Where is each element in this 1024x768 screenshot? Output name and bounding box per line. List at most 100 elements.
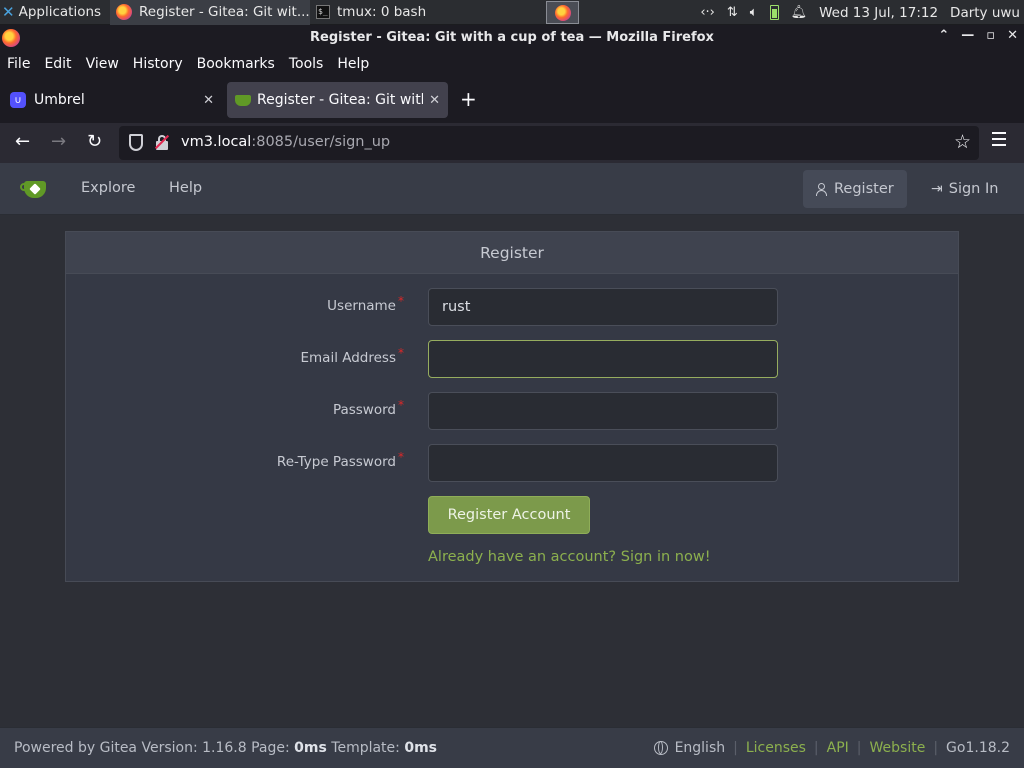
url-text[interactable]: vm3.local:8085/user/sign_up	[181, 134, 390, 150]
menu-tools[interactable]: Tools	[289, 56, 324, 72]
window-title: Register - Gitea: Git with a cup of tea …	[310, 30, 714, 45]
website-link[interactable]: Website	[870, 740, 926, 756]
email-label-text: Email Address	[300, 350, 396, 366]
tab-register[interactable]: Register - Gitea: Git with ✕	[227, 82, 448, 118]
globe-icon[interactable]	[653, 741, 668, 755]
retype-password-input[interactable]	[428, 444, 778, 482]
url-host: vm3.local	[181, 134, 252, 150]
divider: |	[856, 740, 862, 756]
tab-title: Umbrel	[34, 92, 85, 108]
api-link[interactable]: API	[827, 740, 849, 756]
powered-by-text: Powered by Gitea Version: 1.16.8 Page:	[14, 740, 290, 756]
menu-edit[interactable]: Edit	[44, 56, 71, 72]
volume-icon[interactable]: 🔈︎	[750, 5, 758, 20]
language-selector[interactable]: English	[675, 740, 726, 756]
footer-version-info: Powered by Gitea Version: 1.16.8 Page: 0…	[14, 740, 437, 756]
required-asterisk: *	[398, 346, 404, 360]
taskbar-item-tmux[interactable]: $_ tmux: 0 bash	[310, 0, 506, 25]
chevron-up-icon[interactable]: ⌃	[938, 28, 949, 43]
workspace-firefox-button[interactable]	[546, 1, 579, 24]
divider: |	[933, 740, 939, 756]
retype-password-label: Re-Type Password *	[276, 450, 404, 470]
gitea-logo-icon[interactable]	[20, 179, 50, 199]
hamburger-menu-icon[interactable]	[992, 132, 1006, 150]
required-asterisk: *	[398, 450, 404, 464]
url-path: :8085/user/sign_up	[251, 134, 391, 150]
username-input[interactable]: rust	[428, 288, 778, 326]
divider: |	[733, 740, 738, 756]
gitea-icon	[235, 94, 251, 106]
transfer-icon[interactable]: ⇅	[727, 5, 738, 20]
user-name[interactable]: Darty uwu	[950, 5, 1020, 21]
url-bar[interactable]: vm3.local:8085/user/sign_up ☆	[119, 126, 979, 160]
register-nav-label: Register	[834, 181, 894, 197]
password-label-text: Password	[332, 402, 396, 418]
go-version: Go1.18.2	[946, 740, 1010, 756]
required-asterisk: *	[398, 294, 404, 308]
form-title: Register	[480, 243, 544, 262]
tab-title: Register - Gitea: Git with	[257, 92, 424, 108]
register-nav-button[interactable]: Register	[803, 170, 907, 208]
menu-file[interactable]: File	[7, 56, 30, 72]
network-icon[interactable]: ‹·›	[700, 5, 715, 20]
menu-view[interactable]: View	[86, 56, 119, 72]
window-titlebar: Register - Gitea: Git with a cup of tea …	[0, 25, 1024, 50]
password-input[interactable]	[428, 392, 778, 430]
email-input[interactable]	[428, 340, 778, 378]
bookmark-star-icon[interactable]: ☆	[954, 131, 971, 153]
back-arrow-icon[interactable]: ←	[15, 132, 30, 152]
footer: Powered by Gitea Version: 1.16.8 Page: 0…	[0, 727, 1024, 768]
tab-strip: ∪ Umbrel ✕ Register - Gitea: Git with ✕ …	[0, 77, 1024, 123]
navigation-bar: ← → ↻ vm3.local:8085/user/sign_up ☆	[0, 123, 1024, 163]
menu-bar: File Edit View History Bookmarks Tools H…	[0, 50, 1024, 77]
signin-nav-button[interactable]: ⇥ Sign In	[918, 170, 1011, 208]
email-label: Email Address *	[300, 346, 404, 366]
minimize-icon[interactable]: —	[961, 28, 974, 43]
terminal-icon: $_	[316, 5, 330, 19]
taskbar-item-label: tmux: 0 bash	[337, 4, 427, 20]
nav-explore[interactable]: Explore	[81, 180, 135, 196]
insecure-lock-icon[interactable]	[154, 134, 170, 150]
applications-menu[interactable]: ✕ Applications	[0, 0, 110, 25]
tab-umbrel[interactable]: ∪ Umbrel ✕	[2, 82, 222, 118]
page-time: 0ms	[294, 740, 327, 756]
maximize-icon[interactable]: ▫	[986, 28, 995, 43]
close-icon[interactable]: ✕	[1007, 28, 1018, 43]
menu-bookmarks[interactable]: Bookmarks	[197, 56, 275, 72]
template-label: Template:	[331, 740, 400, 756]
signin-now-link[interactable]: Already have an account? Sign in now!	[428, 549, 711, 565]
taskbar-item-label: Register - Gitea: Git wit...	[139, 4, 310, 20]
licenses-link[interactable]: Licenses	[746, 740, 806, 756]
battery-icon[interactable]	[769, 5, 779, 20]
notification-bell-icon[interactable]: 🔔︎	[791, 5, 808, 20]
menu-help[interactable]: Help	[337, 56, 369, 72]
menu-history[interactable]: History	[133, 56, 183, 72]
desktop-panel: ✕ Applications Register - Gitea: Git wit…	[0, 0, 1024, 25]
reload-icon[interactable]: ↻	[87, 132, 102, 152]
password-label: Password *	[332, 398, 404, 418]
umbrel-icon: ∪	[10, 92, 26, 108]
sign-in-icon: ⇥	[931, 181, 943, 197]
taskbar-item-firefox[interactable]: Register - Gitea: Git wit...	[110, 0, 310, 25]
clock[interactable]: Wed 13 Jul, 17:12	[819, 5, 938, 21]
close-tab-icon[interactable]: ✕	[203, 93, 214, 108]
firefox-icon	[116, 4, 132, 20]
register-account-button[interactable]: Register Account	[428, 496, 590, 534]
firefox-icon	[554, 4, 571, 21]
form-header: Register	[66, 232, 958, 274]
template-time: 0ms	[404, 740, 438, 756]
register-form: Register Username * rust Email Address * P…	[65, 231, 959, 582]
nav-help[interactable]: Help	[169, 180, 202, 196]
signin-nav-label: Sign In	[948, 181, 999, 197]
username-label-text: Username	[327, 298, 396, 314]
new-tab-icon[interactable]: +	[460, 89, 477, 109]
required-asterisk: *	[398, 398, 404, 412]
retype-label-text: Re-Type Password	[276, 454, 396, 470]
user-icon	[816, 182, 827, 196]
shield-icon[interactable]	[129, 134, 143, 151]
forward-arrow-icon[interactable]: →	[51, 132, 66, 152]
divider: |	[813, 740, 819, 756]
close-tab-icon[interactable]: ✕	[429, 93, 440, 108]
username-label: Username *	[327, 294, 404, 314]
firefox-icon	[2, 29, 20, 47]
